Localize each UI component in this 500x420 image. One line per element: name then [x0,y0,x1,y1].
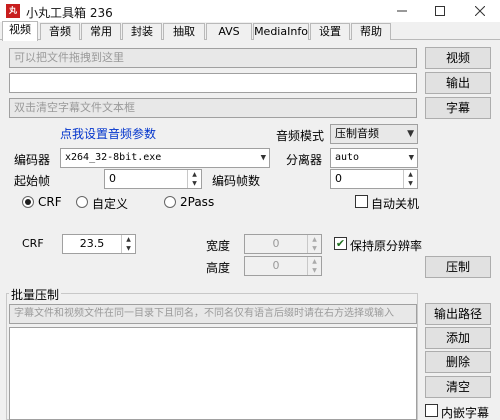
radio-2pass[interactable] [164,196,176,208]
batch-file-list[interactable] [9,327,417,420]
tab-video[interactable]: 视频 [2,21,38,41]
start-frame-value: 0 [109,172,116,185]
minimize-icon [397,10,407,12]
crf-value: 23.5 [79,237,105,250]
app-icon: 丸 [6,4,20,18]
height-label: 高度 [206,261,231,275]
add-button[interactable]: 添加 [425,327,491,349]
output-path-button[interactable]: 输出路径 [425,303,491,325]
tab-common[interactable]: 常用 [81,23,121,40]
radio-2pass-label[interactable]: 2Pass [180,195,214,209]
keep-resolution-checkbox[interactable]: ✔ [334,237,347,250]
output-button[interactable]: 输出 [425,72,491,94]
crf-stepper[interactable]: 23.5 ▲ ▼ [62,234,136,254]
keep-resolution-label[interactable]: 保持原分辨率 [350,237,422,254]
close-button[interactable] [465,0,495,22]
spin-arrows-icon[interactable]: ▲ ▼ [307,257,321,275]
batch-title: 批量压制 [9,286,62,303]
tab-mux[interactable]: 封装 [122,23,162,40]
subtitle-file-input[interactable]: 双击清空字幕文件文本框 [9,98,417,118]
tab-mediainfo[interactable]: MediaInfo [253,23,309,40]
crf-label: CRF [22,237,44,250]
width-label: 宽度 [206,239,231,253]
video-file-input[interactable]: 可以把文件拖拽到这里 [9,48,417,68]
radio-custom[interactable] [76,196,88,208]
embed-subtitle-label[interactable]: 内嵌字幕 [441,404,489,420]
splitter-value: auto [335,152,360,163]
tab-help[interactable]: 帮助 [351,23,391,40]
output-file-input[interactable] [9,73,417,93]
audio-mode-value: 压制音频 [335,127,379,140]
minimize-button[interactable] [387,0,417,22]
height-stepper[interactable]: 0 ▲ ▼ [244,256,322,276]
encoder-select[interactable]: x264_32-8bit.exe ▼ [60,148,270,168]
spin-arrows-icon[interactable]: ▲ ▼ [403,170,417,188]
checkmark-icon: ✔ [335,237,346,250]
tab-settings[interactable]: 设置 [310,23,350,40]
radio-crf[interactable] [22,196,34,208]
chevron-down-icon: ▼ [407,129,414,139]
tab-audio[interactable]: 音频 [40,23,80,40]
encode-frames-label: 编码帧数 [212,174,261,188]
maximize-button[interactable] [425,0,455,22]
auto-shutdown-checkbox[interactable] [355,195,368,208]
chevron-down-icon: ▼ [408,153,414,163]
width-stepper[interactable]: 0 ▲ ▼ [244,234,322,254]
batch-subtitle-hint-input[interactable]: 字幕文件和视频文件在同一目录下且同名，不同名仅有语言后缀时请在右方选择或输入 [9,304,417,324]
audio-mode-label: 音频模式 [276,129,325,143]
embed-subtitle-checkbox[interactable] [425,404,438,417]
encoder-label: 编码器 [14,153,51,167]
splitter-select[interactable]: auto ▼ [330,148,418,168]
radio-selected-dot [25,199,31,205]
tab-avs[interactable]: AVS [206,23,252,40]
encode-frames-value: 0 [335,172,342,185]
spin-arrows-icon[interactable]: ▲ ▼ [307,235,321,253]
encode-frames-stepper[interactable]: 0 ▲ ▼ [330,169,418,189]
video-button[interactable]: 视频 [425,47,491,69]
close-icon [475,6,485,16]
encode-button[interactable]: 压制 [425,256,491,278]
maximize-icon [435,6,445,16]
tab-extract[interactable]: 抽取 [163,23,205,40]
start-frame-stepper[interactable]: 0 ▲ ▼ [104,169,202,189]
window-title: 小丸工具箱 236 [26,6,113,20]
spin-arrows-icon[interactable]: ▲ ▼ [187,170,201,188]
auto-shutdown-label[interactable]: 自动关机 [371,195,419,212]
audio-settings-link[interactable]: 点我设置音频参数 [60,125,156,142]
clear-button[interactable]: 清空 [425,376,491,398]
radio-custom-label[interactable]: 自定义 [92,195,128,212]
width-value: 0 [272,237,280,250]
subtitle-button[interactable]: 字幕 [425,97,491,119]
radio-crf-label[interactable]: CRF [38,195,62,209]
encoder-value: x264_32-8bit.exe [65,152,162,163]
spin-arrows-icon[interactable]: ▲ ▼ [121,235,135,253]
delete-button[interactable]: 删除 [425,351,491,373]
chevron-down-icon: ▼ [260,153,266,163]
splitter-label: 分离器 [286,153,323,167]
audio-mode-select[interactable]: 压制音频 ▼ [330,124,418,144]
start-frame-label: 起始帧 [14,174,51,188]
height-value: 0 [272,259,280,272]
